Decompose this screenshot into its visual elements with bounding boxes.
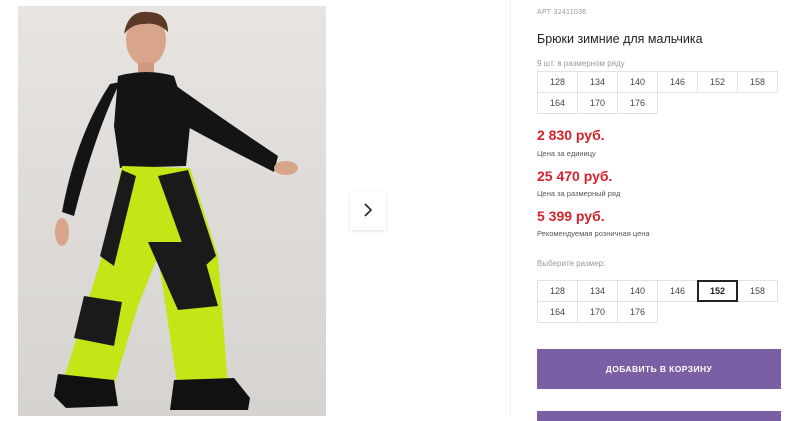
product-illustration — [54, 11, 298, 410]
pack-size-cell: 158 — [737, 71, 778, 93]
article-number: АРТ 32411036 — [537, 9, 587, 16]
size-option[interactable]: 176 — [617, 301, 658, 323]
chevron-right-icon — [362, 202, 374, 221]
gallery-next-button[interactable] — [350, 192, 386, 230]
product-photo[interactable] — [18, 6, 326, 416]
pack-price: 25 470 руб. — [537, 168, 613, 184]
pack-size-cell: 164 — [537, 92, 578, 114]
pack-size-cell: 140 — [617, 71, 658, 93]
size-option[interactable]: 146 — [657, 280, 698, 302]
size-option-selected[interactable]: 152 — [697, 280, 738, 302]
unit-price: 2 830 руб. — [537, 127, 605, 143]
pack-size-cell: 128 — [537, 71, 578, 93]
pack-size-cell: 134 — [577, 71, 618, 93]
choose-size-label: Выберите размер: — [537, 259, 606, 268]
pack-size-grid: 128 134 140 146 152 158 164 170 176 — [537, 71, 785, 114]
size-option[interactable]: 164 — [537, 301, 578, 323]
add-to-cart-button[interactable]: ДОБАВИТЬ В КОРЗИНУ — [537, 349, 781, 389]
unit-price-label: Цена за единицу — [537, 149, 596, 158]
pack-size-cell: 176 — [617, 92, 658, 114]
pack-size-cell: 146 — [657, 71, 698, 93]
size-option[interactable]: 170 — [577, 301, 618, 323]
pack-price-label: Цена за размерный ряд — [537, 189, 621, 198]
divider — [510, 0, 511, 416]
pack-note: 9 шт. в размерном ряду — [537, 59, 625, 68]
product-title: Брюки зимние для мальчика — [537, 32, 703, 46]
retail-price: 5 399 руб. — [537, 208, 605, 224]
size-option[interactable]: 128 — [537, 280, 578, 302]
pack-size-cell: 152 — [697, 71, 738, 93]
secondary-action-button[interactable] — [537, 411, 781, 421]
size-option[interactable]: 134 — [577, 280, 618, 302]
size-selector: 128 134 140 146 152 158 164 170 176 — [537, 280, 785, 323]
size-option[interactable]: 140 — [617, 280, 658, 302]
size-option[interactable]: 158 — [737, 280, 778, 302]
retail-price-label: Рекомендуемая розничная цена — [537, 229, 650, 238]
pack-size-cell: 170 — [577, 92, 618, 114]
